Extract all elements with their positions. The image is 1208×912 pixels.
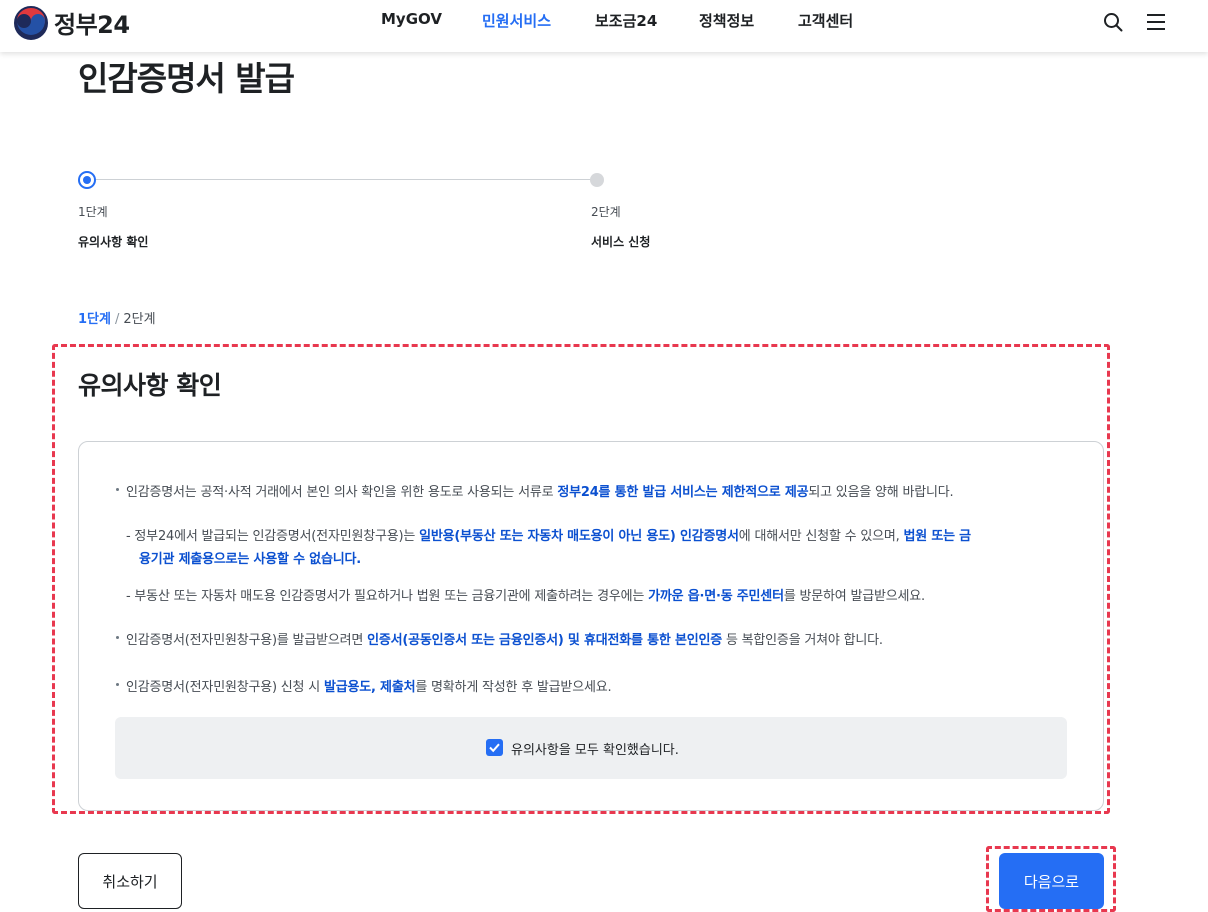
breadcrumb-current: 1단계 bbox=[78, 312, 111, 327]
bullet-dot bbox=[116, 683, 119, 686]
breadcrumb-separator: / bbox=[114, 312, 120, 327]
step-1-number: 1단계 bbox=[78, 205, 108, 219]
step-1-indicator bbox=[78, 171, 96, 189]
stepper-line bbox=[95, 179, 593, 180]
cancel-button[interactable]: 취소하기 bbox=[78, 853, 182, 909]
search-icon[interactable] bbox=[1103, 12, 1123, 32]
bullet-dot bbox=[116, 488, 119, 491]
notice-line-1: 인감증명서는 공적·사적 거래에서 본인 의사 확인을 위한 용도로 사용되는 … bbox=[126, 485, 954, 500]
global-nav: MyGOV 민원서비스 보조금24 정책정보 고객센터 bbox=[0, 10, 1208, 32]
confirm-checkbox[interactable] bbox=[486, 739, 503, 756]
notice-line-3: - 부동산 또는 자동차 매도용 인감증명서가 필요하거나 법원 또는 금융기관… bbox=[126, 589, 925, 604]
check-icon bbox=[489, 743, 500, 753]
nav-mygov[interactable]: MyGOV bbox=[381, 10, 442, 28]
site-header: 정부24 MyGOV 민원서비스 보조금24 정책정보 고객센터 bbox=[0, 0, 1208, 52]
notice-section-title: 유의사항 확인 bbox=[78, 371, 222, 400]
bullet-dot bbox=[116, 636, 119, 639]
nav-customer-center[interactable]: 고객센터 bbox=[798, 10, 853, 31]
page-title: 인감증명서 발급 bbox=[78, 59, 295, 98]
step-breadcrumb: 1단계/2단계 bbox=[78, 308, 156, 327]
breadcrumb-next: 2단계 bbox=[123, 312, 156, 327]
notice-line-2: - 정부24에서 발급되는 인감증명서(전자민원창구용)는 일반용(부동산 또는… bbox=[126, 529, 971, 544]
notice-line-5: 인감증명서(전자민원창구용) 신청 시 발급용도, 제출처를 명확하게 작성한 … bbox=[126, 680, 612, 695]
nav-policy-info[interactable]: 정책정보 bbox=[699, 10, 754, 31]
menu-icon[interactable] bbox=[1146, 12, 1166, 32]
next-button[interactable]: 다음으로 bbox=[999, 853, 1104, 909]
notice-line-2-cont: 융기관 제출용으로는 사용할 수 없습니다. bbox=[139, 552, 361, 567]
step-2-indicator bbox=[590, 173, 604, 187]
step-1-label: 유의사항 확인 bbox=[78, 235, 149, 249]
step-2-number: 2단계 bbox=[591, 205, 621, 219]
nav-subsidy[interactable]: 보조금24 bbox=[595, 10, 657, 31]
nav-civil-service[interactable]: 민원서비스 bbox=[482, 10, 551, 31]
step-2-label: 서비스 신청 bbox=[591, 235, 651, 249]
notice-line-4: 인감증명서(전자민원창구용)를 발급받으려면 인증서(공동인증서 또는 금융인증… bbox=[126, 633, 883, 648]
confirm-checkbox-label[interactable]: 유의사항을 모두 확인했습니다. bbox=[511, 739, 679, 758]
